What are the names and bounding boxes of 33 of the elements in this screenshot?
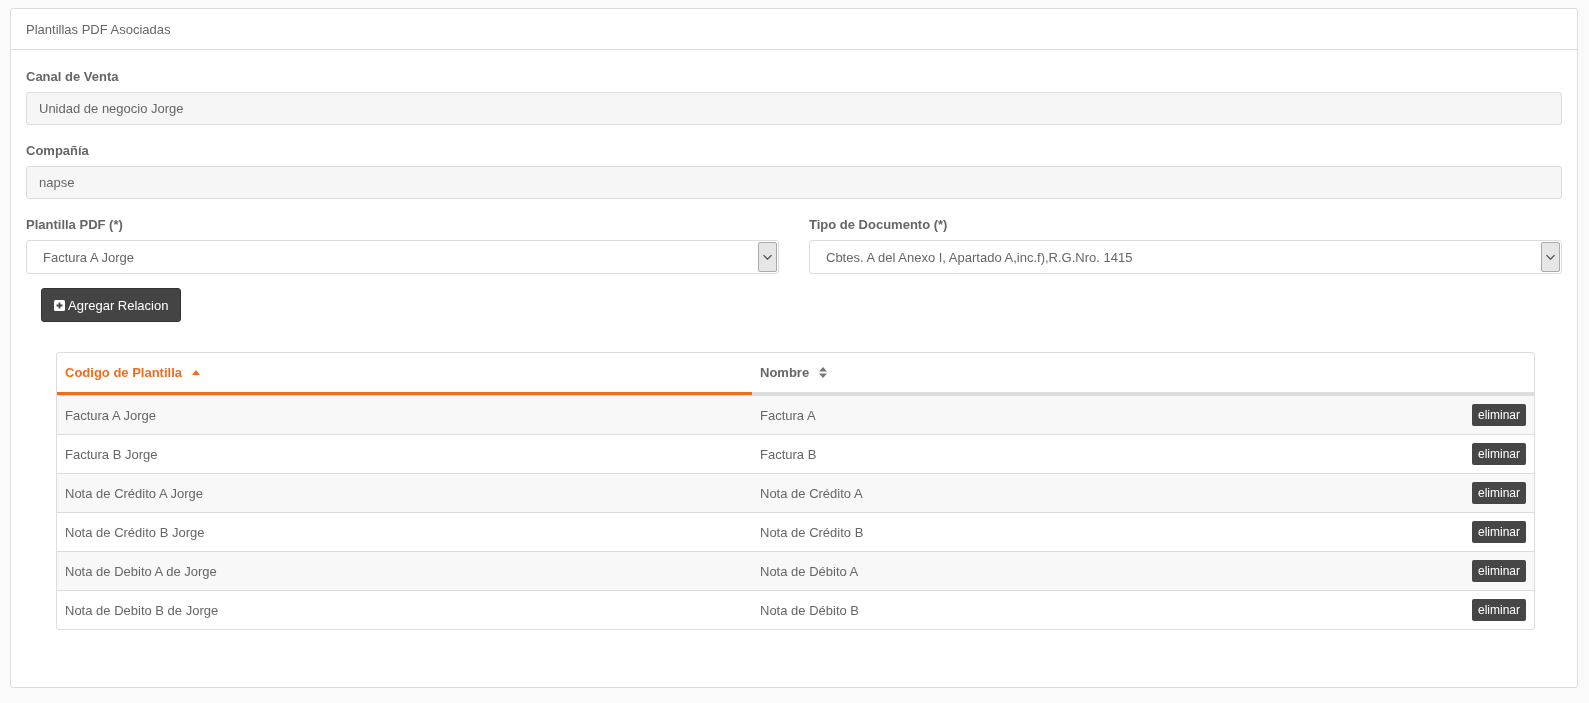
table-cell: Nota de Crédito B: [760, 524, 864, 540]
plus-square-icon: [54, 299, 65, 311]
chevron-down-icon: [758, 242, 777, 272]
delete-button[interactable]: eliminar: [1472, 482, 1526, 504]
panel-title: Plantillas PDF Asociadas: [26, 21, 171, 37]
table-cell: Factura A Jorge: [65, 407, 157, 423]
table-cell: Nota de Débito B: [760, 602, 859, 618]
field-label: Plantilla PDF (*): [26, 217, 123, 232]
sort-ascending-icon: [192, 370, 200, 375]
delete-button[interactable]: eliminar: [1472, 560, 1526, 582]
input-field[interactable]: napse: [26, 166, 1562, 199]
input-field[interactable]: Unidad de negocio Jorge: [26, 92, 1562, 125]
delete-button[interactable]: eliminar: [1472, 404, 1526, 426]
table-cell: Nota de Crédito A: [760, 485, 863, 501]
field-label: Tipo de Documento (*): [809, 217, 948, 232]
table-cell: Factura B Jorge: [65, 446, 158, 462]
dropdown-field[interactable]: Factura A Jorge: [26, 240, 779, 274]
delete-button[interactable]: eliminar: [1472, 599, 1526, 621]
add-relation-button[interactable]: Agregar Relacion: [41, 288, 182, 322]
field-label: Compañía: [26, 143, 89, 158]
field-label: Canal de Venta: [26, 69, 119, 84]
table-cell: Nota de Debito A de Jorge: [65, 563, 217, 579]
delete-button[interactable]: eliminar: [1472, 443, 1526, 465]
table-cell: Nota de Debito B de Jorge: [65, 602, 219, 618]
delete-button[interactable]: eliminar: [1472, 521, 1526, 543]
sort-icon: [819, 367, 828, 378]
table-cell: Nota de Débito A: [760, 563, 859, 579]
dropdown-field[interactable]: Cbtes. A del Anexo I, Apartado A,inc.f),R.G.Nro. 1415: [809, 240, 1562, 274]
table-cell: Factura A: [760, 407, 816, 423]
table-cell: Nota de Crédito A Jorge: [65, 485, 204, 501]
chevron-down-icon: [1541, 242, 1560, 272]
table-cell: Nota de Crédito B Jorge: [65, 524, 205, 540]
table-cell: Factura B: [760, 446, 817, 462]
